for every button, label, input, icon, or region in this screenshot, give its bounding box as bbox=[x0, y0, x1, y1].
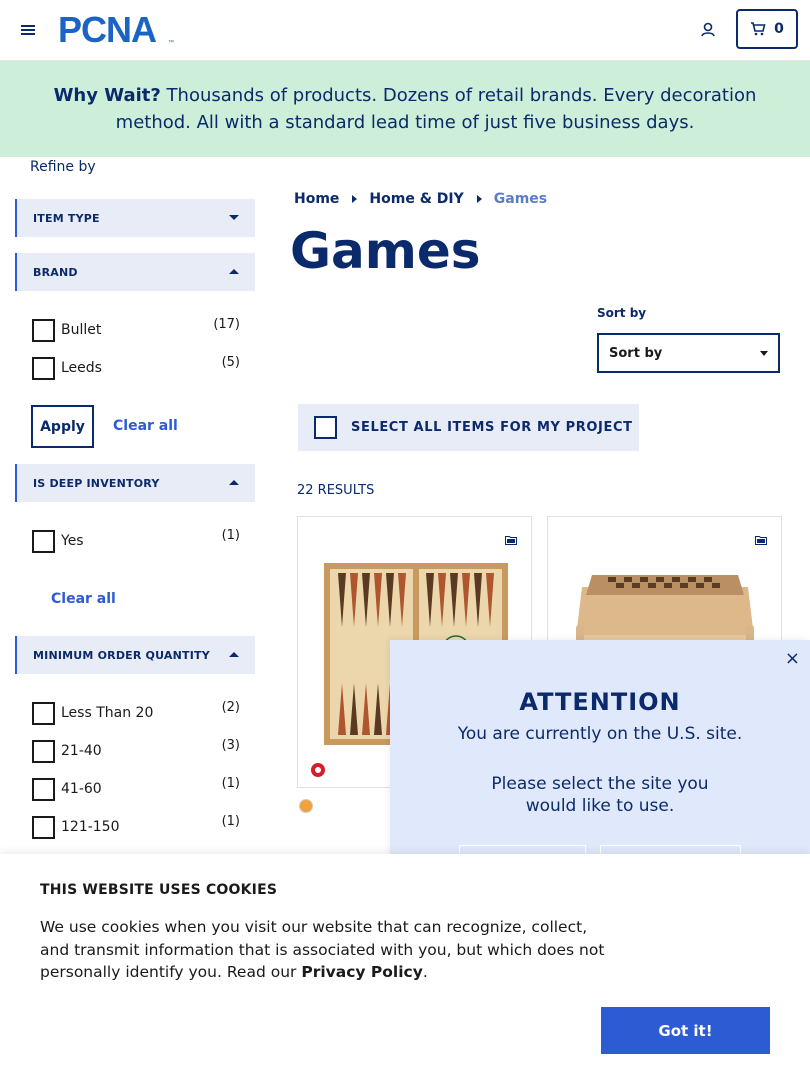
facet-minimum-order-quantity[interactable]: MINIMUM ORDER QUANTITY bbox=[15, 636, 255, 674]
cart-button[interactable]: 0 bbox=[736, 9, 798, 49]
cookie-title: THIS WEBSITE USES COOKIES bbox=[40, 882, 278, 898]
modal-title: ATTENTION bbox=[519, 688, 681, 716]
svg-text:™: ™ bbox=[168, 39, 174, 46]
cookie-period: . bbox=[422, 963, 428, 981]
checkbox[interactable] bbox=[32, 777, 55, 801]
cookie-banner: THIS WEBSITE USES COOKIES We use cookies… bbox=[0, 854, 810, 1080]
option-count: (2) bbox=[221, 700, 240, 715]
results-count: 22 RESULTS bbox=[297, 483, 375, 498]
pcna-logo[interactable]: PCNA ™ bbox=[58, 12, 178, 46]
facet-item-type-label: ITEM TYPE bbox=[33, 211, 100, 225]
option-count: (3) bbox=[221, 738, 240, 753]
facet-brand[interactable]: BRAND bbox=[15, 253, 255, 291]
facet-item-type[interactable]: ITEM TYPE bbox=[15, 199, 255, 237]
facet-min-order-label: MINIMUM ORDER QUANTITY bbox=[33, 648, 210, 662]
got-it-button[interactable]: Got it! bbox=[601, 1007, 770, 1054]
modal-current-site-text: You are currently on the U.S. site. bbox=[457, 724, 743, 744]
checkbox[interactable] bbox=[32, 815, 55, 839]
chevron-down-icon bbox=[760, 351, 768, 356]
site-header: PCNA ™ 0 bbox=[0, 0, 810, 61]
checkbox[interactable] bbox=[32, 356, 55, 380]
option-label: 121-150 bbox=[61, 819, 120, 835]
apply-button[interactable]: Apply bbox=[31, 405, 94, 448]
breadcrumb-current: Games bbox=[493, 191, 548, 207]
page-title: Games bbox=[290, 222, 481, 280]
option-label: 21-40 bbox=[61, 743, 102, 759]
add-to-project-folder-icon[interactable] bbox=[755, 535, 767, 545]
promo-body: Thousands of products. Dozens of retail … bbox=[115, 85, 757, 133]
site-selection-modal: × ATTENTION You are currently on the U.S… bbox=[390, 640, 810, 885]
breadcrumb-arrow-icon bbox=[476, 195, 482, 203]
svg-text:PCNA: PCNA bbox=[58, 12, 157, 46]
promo-lead: Why Wait? bbox=[53, 85, 161, 106]
option-count: (5) bbox=[221, 355, 240, 370]
checkbox[interactable] bbox=[32, 318, 55, 342]
refine-by-label: Refine by bbox=[30, 159, 96, 175]
facet-brand-label: BRAND bbox=[33, 265, 78, 279]
breadcrumb-home-diy[interactable]: Home & DIY bbox=[369, 191, 463, 207]
checkbox[interactable] bbox=[32, 739, 55, 763]
select-all-items-button[interactable]: SELECT ALL ITEMS FOR MY PROJECT bbox=[298, 404, 639, 451]
min-order-option[interactable]: 121-150 (1) bbox=[32, 814, 242, 840]
promo-banner: Why Wait? Thousands of products. Dozens … bbox=[0, 61, 810, 157]
brand-option-bullet[interactable]: Bullet (17) bbox=[32, 317, 242, 343]
deep-inventory-option-yes[interactable]: Yes (1) bbox=[32, 528, 242, 554]
facet-deep-inventory[interactable]: IS DEEP INVENTORY bbox=[15, 464, 255, 502]
hamburger-menu-icon[interactable] bbox=[20, 22, 36, 38]
select-all-checkbox[interactable] bbox=[314, 416, 337, 439]
chevron-down-icon bbox=[229, 215, 239, 220]
min-order-option[interactable]: 21-40 (3) bbox=[32, 738, 242, 764]
option-label: Yes bbox=[61, 533, 84, 549]
account-icon[interactable] bbox=[698, 20, 718, 40]
option-count: (1) bbox=[221, 814, 240, 829]
cookie-text: We use cookies when you visit our websit… bbox=[40, 916, 620, 984]
option-label: Leeds bbox=[61, 360, 102, 376]
option-count: (17) bbox=[213, 317, 240, 332]
select-all-label: SELECT ALL ITEMS FOR MY PROJECT bbox=[351, 420, 633, 435]
checkbox[interactable] bbox=[32, 701, 55, 725]
option-label: Bullet bbox=[61, 322, 102, 338]
privacy-policy-link[interactable]: Privacy Policy bbox=[301, 963, 423, 981]
add-to-project-folder-icon[interactable] bbox=[505, 535, 517, 545]
sort-label: Sort by bbox=[597, 306, 647, 320]
chevron-up-icon bbox=[229, 269, 239, 274]
promo-text: Why Wait? Thousands of products. Dozens … bbox=[14, 82, 796, 136]
sort-select[interactable]: Sort by bbox=[597, 333, 780, 373]
cart-count: 0 bbox=[774, 21, 784, 37]
breadcrumb-home[interactable]: Home bbox=[294, 191, 339, 207]
breadcrumb: Home Home & DIY Games bbox=[294, 191, 547, 207]
brand-option-leeds[interactable]: Leeds (5) bbox=[32, 355, 242, 381]
deep-inventory-clear-all-link[interactable]: Clear all bbox=[51, 591, 116, 607]
option-label: Less Than 20 bbox=[61, 705, 154, 721]
cart-icon bbox=[751, 22, 766, 36]
close-icon[interactable]: × bbox=[785, 648, 800, 669]
color-swatch[interactable] bbox=[299, 799, 313, 813]
chevron-up-icon bbox=[229, 480, 239, 485]
option-label: 41-60 bbox=[61, 781, 102, 797]
min-order-option[interactable]: Less Than 20 (2) bbox=[32, 700, 242, 726]
min-order-option[interactable]: 41-60 (1) bbox=[32, 776, 242, 802]
option-count: (1) bbox=[221, 776, 240, 791]
facet-deep-inventory-label: IS DEEP INVENTORY bbox=[33, 476, 160, 490]
breadcrumb-arrow-icon bbox=[352, 195, 358, 203]
option-count: (1) bbox=[221, 528, 240, 543]
brand-clear-all-link[interactable]: Clear all bbox=[113, 418, 178, 434]
checkbox[interactable] bbox=[32, 529, 55, 553]
sort-value: Sort by bbox=[609, 345, 663, 361]
chevron-up-icon bbox=[229, 652, 239, 657]
modal-select-site-text: Please select the site you would like to… bbox=[491, 774, 709, 816]
